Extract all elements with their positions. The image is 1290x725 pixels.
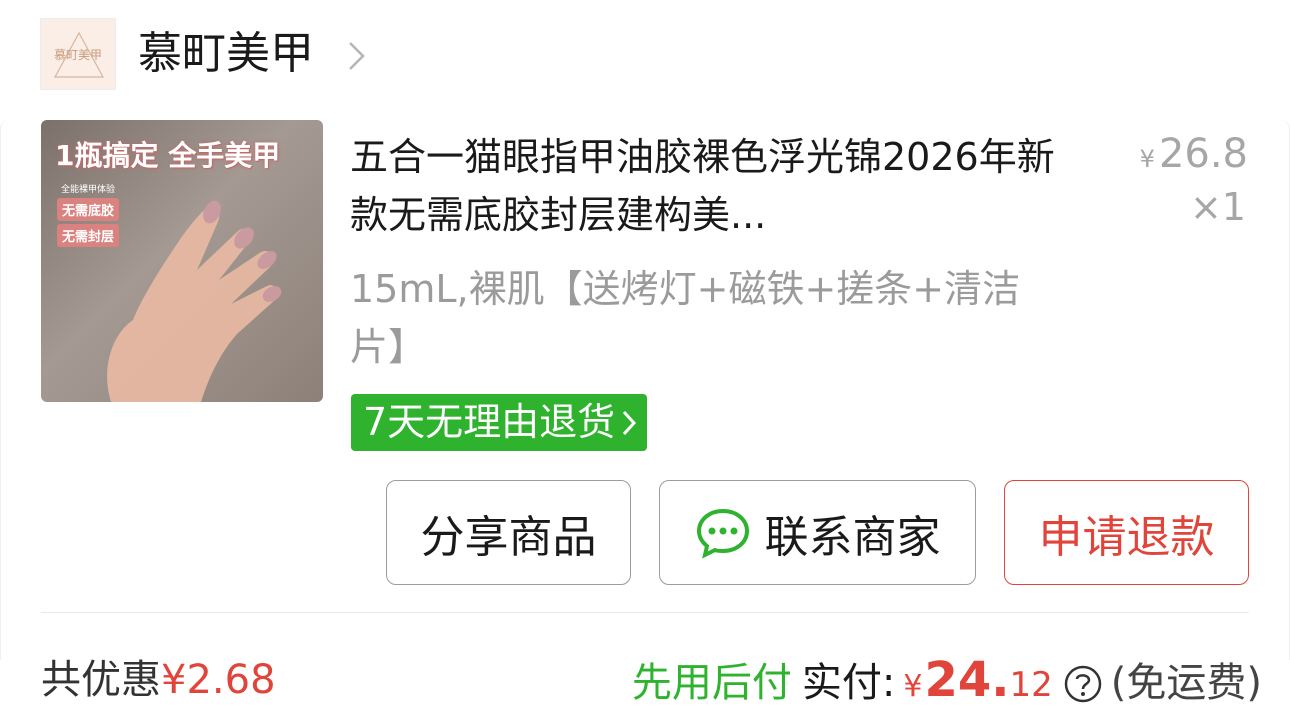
paid-amount-integer: 24.	[924, 652, 1010, 708]
shop-name[interactable]: 慕町美甲	[138, 24, 314, 84]
share-product-label: 分享商品	[420, 511, 597, 563]
payment-summary: 先用后付 实付: ¥ 24. 12 (免运费)	[632, 650, 1262, 717]
thumb-tag: 无需底胶	[57, 198, 120, 221]
shop-logo[interactable]: 慕町美甲	[40, 18, 116, 90]
shipping-note: (免运费)	[1110, 660, 1262, 706]
product-price: ¥26.8	[1140, 130, 1248, 183]
product-thumbnail[interactable]: 1瓶搞定 全手美甲 全能裸甲体验 无需底胶 无需封层	[41, 120, 323, 402]
paid-amount-decimal: 12	[1009, 665, 1053, 705]
thumb-headline: 1瓶搞定 全手美甲	[55, 139, 281, 172]
price-currency: ¥	[1139, 145, 1155, 173]
paid-currency: ¥	[903, 669, 923, 704]
shop-logo-text: 慕町美甲	[53, 47, 102, 62]
thumb-small-text: 全能裸甲体验	[61, 185, 116, 195]
contact-seller-label: 联系商家	[764, 511, 941, 563]
product-quantity: ×1	[1189, 185, 1246, 229]
card-edge-left	[0, 120, 9, 660]
return-policy-label: 7天无理由退货	[363, 400, 616, 444]
chevron-right-icon	[623, 410, 637, 435]
chevron-right-icon[interactable]	[346, 40, 368, 72]
contact-seller-button[interactable]: 联系商家	[659, 480, 976, 585]
discount-amount: ¥2.68	[161, 657, 276, 703]
product-title[interactable]: 五合一猫眼指甲油胶裸色浮光锦2026年新款无需底胶封层建构美...	[350, 128, 1065, 244]
thumb-tag: 无需封层	[57, 224, 120, 247]
discount-summary: 共优惠¥2.68	[41, 654, 276, 706]
return-policy-badge[interactable]: 7天无理由退货	[351, 394, 648, 451]
discount-label: 共优惠	[41, 657, 161, 703]
shop-header[interactable]: 慕町美甲 慕町美甲	[0, 0, 1290, 110]
request-refund-label: 申请退款	[1038, 511, 1215, 563]
share-product-button[interactable]: 分享商品	[386, 480, 631, 585]
product-spec: 15mL,裸肌【送烤灯+磁铁+搓条+清洁片】	[350, 267, 1021, 369]
chat-bubble-icon	[696, 508, 749, 559]
paid-label: 实付:	[801, 660, 896, 706]
request-refund-button[interactable]: 申请退款	[1004, 480, 1249, 585]
card-edge-right	[1281, 120, 1290, 660]
divider	[41, 612, 1249, 613]
help-icon[interactable]	[1063, 664, 1103, 704]
buy-now-pay-later-label[interactable]: 先用后付	[632, 653, 792, 713]
price-value: 26.8	[1158, 131, 1248, 177]
